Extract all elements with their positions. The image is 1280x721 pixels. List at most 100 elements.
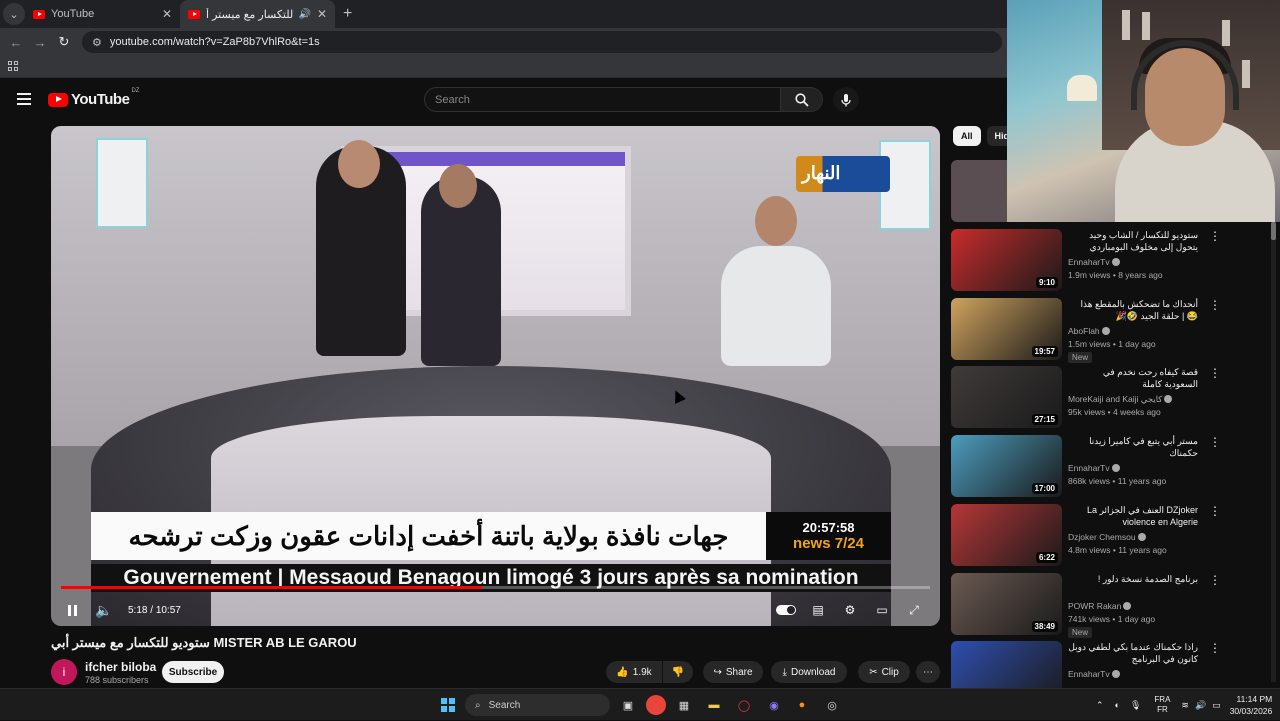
opera-icon[interactable]: ◯: [734, 695, 754, 715]
wifi-icon[interactable]: ≋: [1181, 700, 1189, 711]
video-title[interactable]: مستر أبي يتبع في كاميرا زيدنا حكمناك: [1068, 435, 1198, 459]
more-options-icon[interactable]: ⋮: [1209, 298, 1221, 312]
video-duration: 27:15: [1031, 414, 1058, 426]
task-view-icon[interactable]: ▣: [618, 695, 638, 715]
more-options-icon[interactable]: ⋮: [1209, 435, 1221, 449]
video-thumbnail[interactable]: 17:00: [951, 435, 1062, 498]
channel-name[interactable]: EnnaharTv: [1068, 669, 1120, 679]
browser-tab-youtube[interactable]: YouTube ✕: [25, 0, 180, 28]
windows-start-icon[interactable]: [441, 698, 455, 712]
video-title[interactable]: DZjoker العنف في الجزائر La violence en …: [1068, 504, 1198, 528]
share-arrow-icon: ↪: [713, 666, 722, 678]
video-thumbnail[interactable]: 27:15: [951, 366, 1062, 429]
video-thumbnail[interactable]: 19:57: [951, 297, 1062, 360]
sidebar-scrollbar[interactable]: [1271, 222, 1276, 682]
taskbar-search[interactable]: ⌕ Search: [465, 694, 610, 716]
new-tab-icon[interactable]: +: [343, 5, 352, 23]
video-player[interactable]: النهار جهات نافذة بولاية باتنة أخفت إدان…: [51, 126, 940, 626]
clock[interactable]: 11:14 PM 30/03/2026: [1230, 693, 1273, 717]
theater-mode-icon[interactable]: ▭: [866, 594, 898, 626]
guest-figure: [421, 164, 501, 366]
chip-all[interactable]: All: [953, 126, 981, 146]
forward-arrow-icon[interactable]: →: [28, 35, 52, 50]
fullscreen-icon[interactable]: ⤢: [898, 594, 930, 626]
volume-icon[interactable]: 🔊: [1195, 700, 1206, 711]
youtube-favicon-icon: [188, 9, 200, 19]
language-indicator[interactable]: FRA FR: [1154, 695, 1170, 715]
video-title[interactable]: برنامج الصدمة نسخة دلور !: [1068, 573, 1198, 585]
discord-icon[interactable]: ◉: [764, 695, 784, 715]
more-options-icon[interactable]: ⋮: [1209, 641, 1221, 655]
more-actions-button[interactable]: ⋯: [916, 661, 940, 683]
menu-icon[interactable]: [17, 93, 31, 105]
list-item[interactable]: 38:49 برنامج الصدمة نسخة دلور ! POWR Rakan…: [951, 572, 1271, 638]
video-title[interactable]: أنحداك ما تضحكش بالمقطع هذا 😂 | حلقة الج…: [1068, 298, 1198, 322]
channel-name[interactable]: EnnaharTv: [1068, 463, 1120, 473]
video-thumbnail[interactable]: 38:49: [951, 572, 1062, 635]
video-meta: 4.8m views • 11 years ago: [1068, 544, 1167, 555]
subtitles-icon[interactable]: ▤: [802, 594, 834, 626]
file-explorer-icon[interactable]: ▬: [704, 695, 724, 715]
app-icon[interactable]: ▦: [674, 695, 694, 715]
channel-name[interactable]: ifcher biloba: [85, 660, 156, 674]
video-title[interactable]: راذا حكمناك عندما بكي لطفي دوبل كانون في…: [1068, 641, 1198, 665]
list-item[interactable]: 19:57 أنحداك ما تضحكش بالمقطع هذا 😂 | حلق…: [951, 297, 1271, 363]
channel-name[interactable]: POWR Rakan: [1068, 601, 1132, 611]
voice-search-button[interactable]: [833, 87, 859, 112]
video-title[interactable]: ستوديو للتكسار / الشاب وحيد يتحول إلى مخ…: [1068, 229, 1198, 253]
channel-avatar[interactable]: i: [51, 659, 77, 685]
video-thumbnail[interactable]: 6:22: [951, 503, 1062, 566]
more-options-icon[interactable]: ⋮: [1209, 229, 1221, 243]
channel-name[interactable]: MoreKaiji and Kaiji كايجي: [1068, 394, 1173, 405]
list-item[interactable]: 27:15 قصة كيفاه رحت نخدم في السعودية كامل…: [951, 366, 1271, 430]
clip-button[interactable]: ✂ Clip: [858, 661, 910, 683]
reload-icon[interactable]: ↻: [52, 34, 76, 50]
channel-name[interactable]: Dzjoker Chemsou: [1068, 532, 1146, 542]
share-button[interactable]: ↪ Share: [703, 661, 763, 683]
network-icon[interactable]: ◐: [1115, 700, 1120, 710]
pause-button[interactable]: [56, 594, 88, 626]
youtube-logo[interactable]: YouTube DZ: [48, 88, 139, 108]
close-tab-icon[interactable]: ✕: [162, 7, 172, 21]
channel-name[interactable]: EnnaharTv: [1068, 257, 1120, 267]
like-button[interactable]: 👍 1.9k: [606, 661, 662, 683]
channel-watermark-logo: النهار: [796, 156, 890, 192]
new-badge: New: [1068, 626, 1093, 638]
battery-icon[interactable]: ▭: [1212, 700, 1221, 711]
dislike-button[interactable]: 👎: [663, 661, 693, 683]
microphone-icon[interactable]: 🎙: [1130, 700, 1141, 711]
tab-search-button[interactable]: ⌄: [3, 3, 25, 25]
more-options-icon[interactable]: ⋮: [1209, 573, 1221, 587]
download-button[interactable]: ⤓ Download: [771, 661, 847, 683]
thumbs-up-icon: 👍: [616, 666, 629, 678]
volume-icon[interactable]: 🔈: [88, 594, 120, 626]
search-input[interactable]: Search: [424, 87, 781, 112]
video-title[interactable]: قصة كيفاه رحت نخدم في السعودية كاملة: [1068, 366, 1198, 390]
chrome-icon[interactable]: [646, 695, 666, 715]
apps-grid-icon[interactable]: [8, 61, 18, 71]
more-options-icon[interactable]: ⋮: [1209, 504, 1221, 518]
obs-icon[interactable]: ◎: [822, 695, 842, 715]
firefox-icon[interactable]: ●: [792, 695, 812, 715]
subscribe-button[interactable]: Subscribe: [162, 661, 224, 683]
list-item[interactable]: 9:10 ستوديو للتكسار / الشاب وحيد يتحول إل…: [951, 229, 1271, 293]
video-thumbnail[interactable]: 9:10: [951, 229, 1062, 291]
webcam-overlay: [1007, 0, 1280, 222]
progress-bar[interactable]: [61, 586, 930, 589]
browser-tab-video[interactable]: ستوديو للتكسار مع ميستر أ... 🔊 ✕: [180, 0, 335, 28]
url-input[interactable]: ⚙ youtube.com/watch?v=ZaP8b7VhlRo&t=1s: [82, 31, 1002, 53]
close-tab-icon[interactable]: ✕: [317, 7, 327, 21]
settings-gear-icon[interactable]: ⚙: [834, 594, 866, 626]
list-item[interactable]: 17:00 مستر أبي يتبع في كاميرا زيدنا حكمنا…: [951, 435, 1271, 499]
more-options-icon[interactable]: ⋮: [1209, 366, 1221, 380]
back-arrow-icon[interactable]: ←: [4, 35, 28, 50]
autoplay-toggle[interactable]: [770, 594, 802, 626]
speaker-icon[interactable]: 🔊: [298, 9, 310, 20]
player-controls: 🔈 5:18 / 10:57 ▤ ⚙ ▭ ⤢: [51, 594, 940, 626]
video-title: ستوديو للتكسار مع ميستر أبي MISTER AB LE…: [51, 635, 357, 650]
search-button[interactable]: [781, 87, 823, 112]
channel-name[interactable]: AboFlah: [1068, 326, 1110, 336]
chevron-up-icon[interactable]: ⌃: [1096, 700, 1104, 711]
list-item[interactable]: 6:22 DZjoker العنف في الجزائر La violence…: [951, 503, 1271, 568]
site-info-icon[interactable]: ⚙: [92, 36, 102, 49]
